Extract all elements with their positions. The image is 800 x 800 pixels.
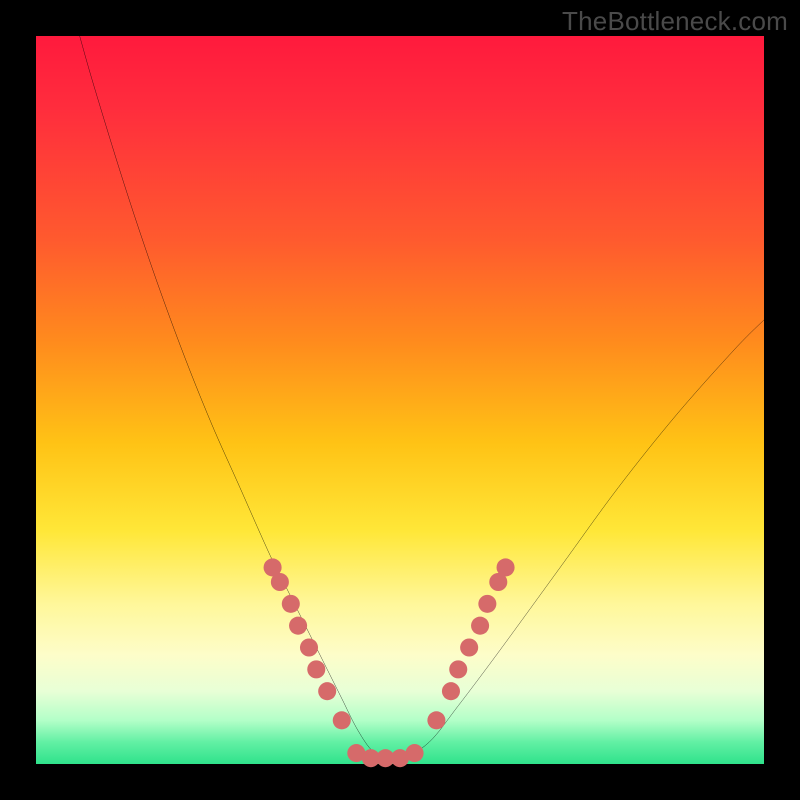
curve-svg xyxy=(36,36,764,764)
bottleneck-curve-line xyxy=(80,36,764,762)
marker-dot xyxy=(300,638,318,656)
marker-dots xyxy=(264,558,515,767)
marker-dot xyxy=(497,558,515,576)
marker-dot xyxy=(427,711,445,729)
marker-dot xyxy=(406,744,424,762)
marker-dot xyxy=(471,617,489,635)
marker-dot xyxy=(449,660,467,678)
plot-area xyxy=(36,36,764,764)
marker-dot xyxy=(282,595,300,613)
marker-dot xyxy=(460,638,478,656)
marker-dot xyxy=(307,660,325,678)
marker-dot xyxy=(289,617,307,635)
marker-dot xyxy=(478,595,496,613)
watermark-text: TheBottleneck.com xyxy=(562,6,788,37)
marker-dot xyxy=(442,682,460,700)
chart-frame: TheBottleneck.com xyxy=(0,0,800,800)
marker-dot xyxy=(318,682,336,700)
marker-dot xyxy=(271,573,289,591)
marker-dot xyxy=(333,711,351,729)
